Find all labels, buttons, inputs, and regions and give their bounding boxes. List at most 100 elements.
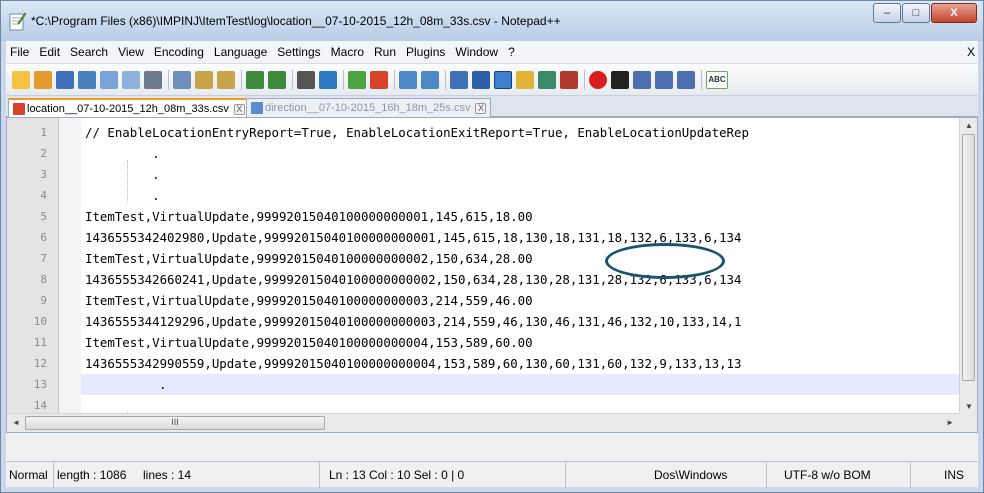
toolbar-separator bbox=[701, 69, 702, 90]
code-line: 3 . bbox=[7, 164, 959, 185]
sync-horizontal-icon[interactable] bbox=[421, 70, 439, 89]
line-text: 1436555344129296,Update,9999201504010000… bbox=[85, 314, 742, 329]
line-text: ItemTest,VirtualUpdate,99992015040100000… bbox=[85, 293, 533, 308]
close-document-button[interactable]: X bbox=[967, 45, 975, 59]
line-number: 5 bbox=[40, 210, 47, 223]
indent-guide-icon[interactable] bbox=[494, 70, 512, 89]
toolbar-separator bbox=[584, 69, 585, 90]
line-text: // EnableLocationEntryReport=True, Enabl… bbox=[85, 125, 749, 140]
menu-run[interactable]: Run bbox=[374, 45, 396, 59]
code-line: 12 1436555342990559,Update,9999201504010… bbox=[7, 353, 959, 374]
notepad-plus-plus-icon bbox=[9, 12, 26, 31]
minimize-icon: ‒ bbox=[883, 7, 891, 19]
line-text: . bbox=[85, 146, 160, 161]
doc-map-icon[interactable] bbox=[538, 70, 556, 89]
tab-close-icon[interactable]: X bbox=[475, 102, 487, 114]
menu-bar: File Edit Search View Encoding Language … bbox=[6, 41, 978, 64]
tab-close-icon[interactable]: X bbox=[233, 103, 245, 115]
highlight-annotation bbox=[605, 243, 725, 279]
save-all-icon[interactable] bbox=[78, 70, 96, 89]
close-window-button[interactable]: X bbox=[931, 3, 977, 23]
close-icon: X bbox=[950, 7, 958, 19]
menu-settings[interactable]: Settings bbox=[277, 45, 320, 59]
menu-search[interactable]: Search bbox=[70, 45, 108, 59]
menu-help[interactable]: ? bbox=[508, 45, 515, 59]
status-insert-mode: INS bbox=[944, 468, 965, 482]
cut-icon[interactable] bbox=[173, 70, 191, 89]
save-icon[interactable] bbox=[56, 70, 74, 89]
line-number: 3 bbox=[40, 168, 47, 181]
print-icon[interactable] bbox=[144, 70, 162, 89]
tab-direction-csv[interactable]: direction__07-10-2015_16h_18m_25s.csv X bbox=[246, 98, 492, 117]
paste-icon[interactable] bbox=[217, 70, 235, 89]
minimize-button[interactable]: ‒ bbox=[873, 3, 901, 23]
menu-macro[interactable]: Macro bbox=[331, 45, 364, 59]
undo-icon[interactable] bbox=[246, 70, 264, 89]
tab-location-csv[interactable]: location__07-10-2015_12h_08m_33s.csv X bbox=[8, 98, 250, 118]
scroll-grip: III bbox=[171, 417, 179, 427]
show-all-chars-icon[interactable] bbox=[472, 70, 490, 89]
status-spacer bbox=[6, 433, 978, 461]
line-number: 8 bbox=[40, 273, 47, 286]
code-line: 5 ItemTest,VirtualUpdate,999920150401000… bbox=[7, 206, 959, 227]
menu-plugins[interactable]: Plugins bbox=[406, 45, 445, 59]
notepad-window: *C:\Program Files (x86)\IMPINJ\ItemTest\… bbox=[0, 0, 984, 493]
replace-icon[interactable] bbox=[319, 70, 337, 89]
redo-icon[interactable] bbox=[268, 70, 286, 89]
menu-file[interactable]: File bbox=[10, 45, 29, 59]
line-text: ItemTest,VirtualUpdate,99992015040100000… bbox=[85, 251, 533, 266]
close-icon[interactable] bbox=[100, 70, 118, 89]
menu-edit[interactable]: Edit bbox=[39, 45, 60, 59]
horizontal-scrollbar[interactable]: ◄ III ► bbox=[7, 413, 959, 432]
spellcheck-icon[interactable]: ABC bbox=[706, 70, 728, 89]
scroll-right-icon[interactable]: ► bbox=[946, 418, 954, 427]
zoom-in-icon[interactable] bbox=[348, 70, 366, 89]
toolbar-separator bbox=[394, 69, 395, 90]
menu-encoding[interactable]: Encoding bbox=[154, 45, 204, 59]
maximize-button[interactable]: □ bbox=[902, 3, 930, 23]
title-bar[interactable]: *C:\Program Files (x86)\IMPINJ\ItemTest\… bbox=[1, 1, 983, 41]
code-line: 6 1436555342402980,Update,99992015040100… bbox=[7, 227, 959, 248]
status-eol: Dos\Windows bbox=[651, 462, 767, 488]
scroll-up-icon[interactable]: ▲ bbox=[965, 121, 973, 130]
code-line: 11 ItemTest,VirtualUpdate,99992015040100… bbox=[7, 332, 959, 353]
code-line: 10 1436555344129296,Update,9999201504010… bbox=[7, 311, 959, 332]
record-macro-icon[interactable] bbox=[589, 70, 607, 89]
code-line: 2 . bbox=[7, 143, 959, 164]
scroll-left-icon[interactable]: ◄ bbox=[12, 418, 20, 427]
tab-label: location__07-10-2015_12h_08m_33s.csv bbox=[27, 103, 229, 115]
spellcheck-label: ABC bbox=[708, 75, 726, 84]
line-text: ItemTest,VirtualUpdate,99992015040100000… bbox=[85, 209, 533, 224]
status-position: Ln : 13 Col : 10 Sel : 0 | 0 bbox=[326, 462, 566, 488]
save-macro-icon[interactable] bbox=[677, 70, 695, 89]
toolbar-separator bbox=[168, 69, 169, 90]
vertical-scrollbar[interactable]: ▲ ▼ bbox=[959, 118, 977, 414]
play-macro-icon[interactable] bbox=[633, 70, 651, 89]
menu-view[interactable]: View bbox=[118, 45, 144, 59]
scrollbar-corner bbox=[959, 413, 977, 432]
user-defined-lang-icon[interactable] bbox=[516, 70, 534, 89]
stop-record-icon[interactable] bbox=[611, 70, 629, 89]
run-macro-multiple-icon[interactable] bbox=[655, 70, 673, 89]
code-line: 7 ItemTest,VirtualUpdate,999920150401000… bbox=[7, 248, 959, 269]
status-length: length : 1086 bbox=[57, 468, 127, 482]
scroll-down-icon[interactable]: ▼ bbox=[965, 402, 973, 411]
find-icon[interactable] bbox=[297, 70, 315, 89]
status-mode: Normal bbox=[6, 462, 54, 488]
menu-language[interactable]: Language bbox=[214, 45, 267, 59]
copy-icon[interactable] bbox=[195, 70, 213, 89]
new-file-icon[interactable] bbox=[12, 70, 30, 89]
toolbar: ABC bbox=[6, 64, 978, 96]
code-line: 1 // EnableLocationEntryReport=True, Ena… bbox=[7, 122, 959, 143]
horizontal-scroll-thumb[interactable]: III bbox=[25, 416, 325, 430]
word-wrap-icon[interactable] bbox=[450, 70, 468, 89]
close-all-icon[interactable] bbox=[122, 70, 140, 89]
open-file-icon[interactable] bbox=[34, 70, 52, 89]
sync-vertical-icon[interactable] bbox=[399, 70, 417, 89]
function-list-icon[interactable] bbox=[560, 70, 578, 89]
menu-window[interactable]: Window bbox=[455, 45, 498, 59]
toolbar-separator bbox=[343, 69, 344, 90]
zoom-out-icon[interactable] bbox=[370, 70, 388, 89]
text-editor[interactable]: 1 // EnableLocationEntryReport=True, Ena… bbox=[6, 117, 978, 433]
vertical-scroll-thumb[interactable] bbox=[962, 134, 975, 381]
